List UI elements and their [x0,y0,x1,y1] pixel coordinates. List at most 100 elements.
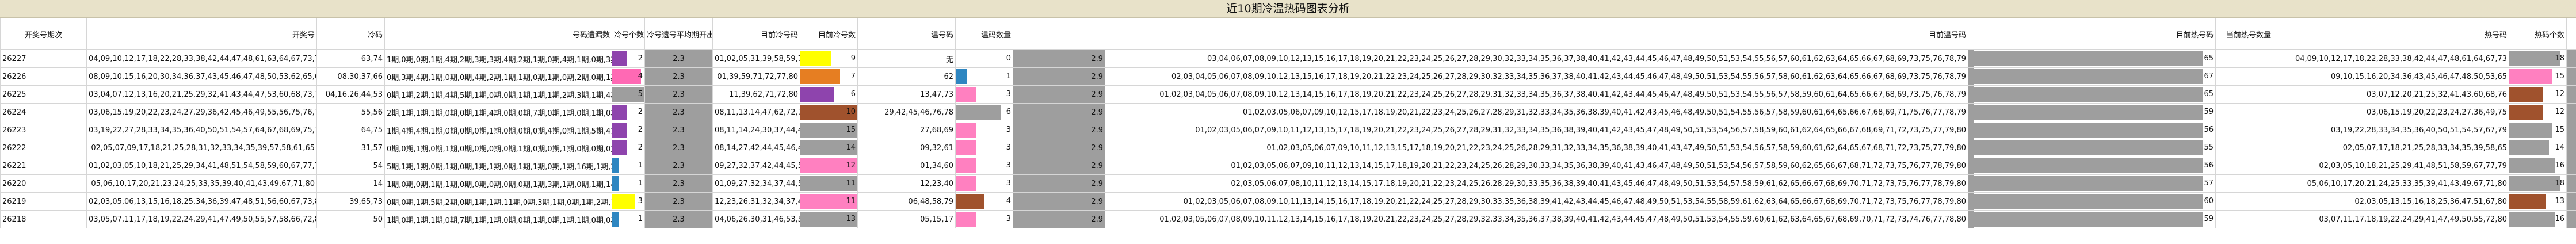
bar-value: 1 [1006,72,1011,81]
bar-value: 67 [2204,72,2214,81]
warm-avg-cell: 2.9 [1013,67,1105,86]
warm-count-cell: 3 [955,210,1013,228]
warm-avg-cell: 2.9 [1013,85,1105,104]
current-hot-count-cell: 65 [1974,49,2216,68]
column-header: 热码个数 [2509,18,2567,50]
warm-avg-cell: 2.9 [1013,49,1105,68]
omit-cell: 0期,0期,1期,5期,2期,0期,1期,1期,11期,0期,3期,1期,0期,… [384,192,612,211]
period-cell: 26220 [0,174,87,193]
bar-value: 16 [2555,161,2564,170]
avg-cell: 2.3 [644,192,713,211]
bar-fill [1974,105,2204,120]
cold-numbers-cell: 54 [316,157,385,175]
cold-count-cell: 3 [612,192,645,211]
spacer-cell [1968,49,1974,68]
bar-value: 4 [1006,197,1011,205]
table-row: 26221 01,02,03,05,10,18,21,25,29,34,41,48… [0,157,2576,175]
warm-count-cell: 6 [955,103,1013,121]
period-cell: 26225 [0,85,87,104]
draw-numbers-cell: 03,06,15,19,20,22,23,24,27,29,36,42,45,4… [86,103,317,121]
column-header: 温号码 [857,18,956,50]
cold-count-cell: 2 [612,103,645,121]
bar-value: 11 [846,197,856,205]
warm-numbers-cell: 05,15,17 [857,210,956,228]
avg-cell: 2.3 [644,121,713,139]
current-cold-count-cell: 15 [800,121,858,139]
column-header: 目前冷号数 [800,18,858,50]
hot-count-cell: 15 [2509,67,2567,86]
bar-fill [1974,140,2204,155]
column-header [2566,18,2576,50]
bar-fill [800,87,835,102]
cold-count-cell: 4 [612,67,645,86]
column-header: 冷号个数 [612,18,645,50]
bar-fill [1974,123,2204,138]
bar-fill [612,105,627,120]
current-cold-count-cell: 7 [800,67,858,86]
cold-numbers-cell: 50 [316,210,385,228]
avg-cell: 2.3 [644,67,713,86]
warm-avg-cell: 2.9 [1013,103,1105,121]
analysis-table: 开奖号期次开奖号冷码号码遗漏数冷号个数冷号遗号平均期开出数量目前冷号码目前冷号数… [0,18,2576,228]
column-header: 热号码 [2273,18,2509,50]
warm-numbers-cell: 13,47,73 [857,85,956,104]
column-header: 号码遗漏数 [384,18,612,50]
bar-value: 10 [846,108,856,116]
spacer2-cell [2215,85,2273,104]
period-cell: 26219 [0,192,87,211]
warm-count-cell: 4 [955,192,1013,211]
current-cold-cell: 09,27,32,37,42,44,45,55,61,63,69,70 [712,157,800,175]
avg-cell: 2.3 [644,103,713,121]
current-warm-cell: 01,02,03,04,05,06,07,08,09,10,12,13,14,1… [1105,85,1968,104]
bar-fill [1974,87,2204,102]
bar-fill [956,105,1002,120]
current-cold-count-cell: 6 [800,85,858,104]
draw-numbers-cell: 04,09,10,12,17,18,22,28,33,38,42,44,47,4… [86,49,317,68]
column-header [1013,18,1105,50]
spacer-cell [1968,139,1974,157]
period-cell: 26224 [0,103,87,121]
column-header [1968,18,1974,50]
cold-numbers-cell: 55,56 [316,103,385,121]
bar-value: 55 [2204,143,2214,152]
warm-count-cell: 3 [955,139,1013,157]
bar-fill [612,194,635,209]
spacer2-cell [2215,157,2273,175]
bar-value: 14 [2555,143,2564,152]
avg-cell: 2.3 [644,210,713,228]
hot-avg-cell: 14.8 [2566,103,2576,121]
current-hot-count-cell: 59 [1974,103,2216,121]
table-row: 26222 02,05,07,09,17,18,21,25,28,31,32,33… [0,139,2576,157]
hot-numbers-cell: 03,06,15,19,20,22,23,24,27,36,49,75 [2273,103,2509,121]
hot-numbers-cell: 02,03,05,13,15,16,18,25,36,47,51,67,80 [2273,192,2509,211]
bar-fill [2509,87,2544,102]
bar-value: 15 [2555,125,2564,134]
spacer2-cell [2215,121,2273,139]
period-cell: 26222 [0,139,87,157]
bar-fill [2509,123,2552,138]
bar-value: 0 [1006,54,1011,63]
column-header: 开奖号期次 [0,18,87,50]
bar-value: 56 [2204,125,2214,134]
omit-cell: 0期,3期,4期,1期,0期,0期,4期,2期,1期,1期,0期,1期,0期,2… [384,67,612,86]
current-cold-count-cell: 14 [800,139,858,157]
current-hot-count-cell: 57 [1974,174,2216,193]
bar-value: 7 [850,72,856,81]
bar-value: 14 [846,143,856,152]
bar-value: 60 [2204,197,2214,205]
bar-fill [1974,69,2204,84]
hot-numbers-cell: 03,07,11,17,18,19,22,24,29,41,47,49,50,5… [2273,210,2509,228]
warm-count-cell: 3 [955,157,1013,175]
bar-value: 3 [1006,179,1011,188]
column-header: 当前热号数量 [2215,18,2273,50]
period-cell: 26226 [0,67,87,86]
bar-fill [1974,176,2204,191]
column-header: 目前冷号码 [712,18,800,50]
bar-value: 2 [638,108,643,116]
warm-numbers-cell: 09,32,61 [857,139,956,157]
hot-avg-cell: 14.8 [2566,67,2576,86]
bar-fill [956,87,976,102]
spacer2-cell [2215,192,2273,211]
page-title: 近10期冷温热码图表分析 [0,0,2576,18]
cold-numbers-cell: 04,16,26,44,53 [316,85,385,104]
